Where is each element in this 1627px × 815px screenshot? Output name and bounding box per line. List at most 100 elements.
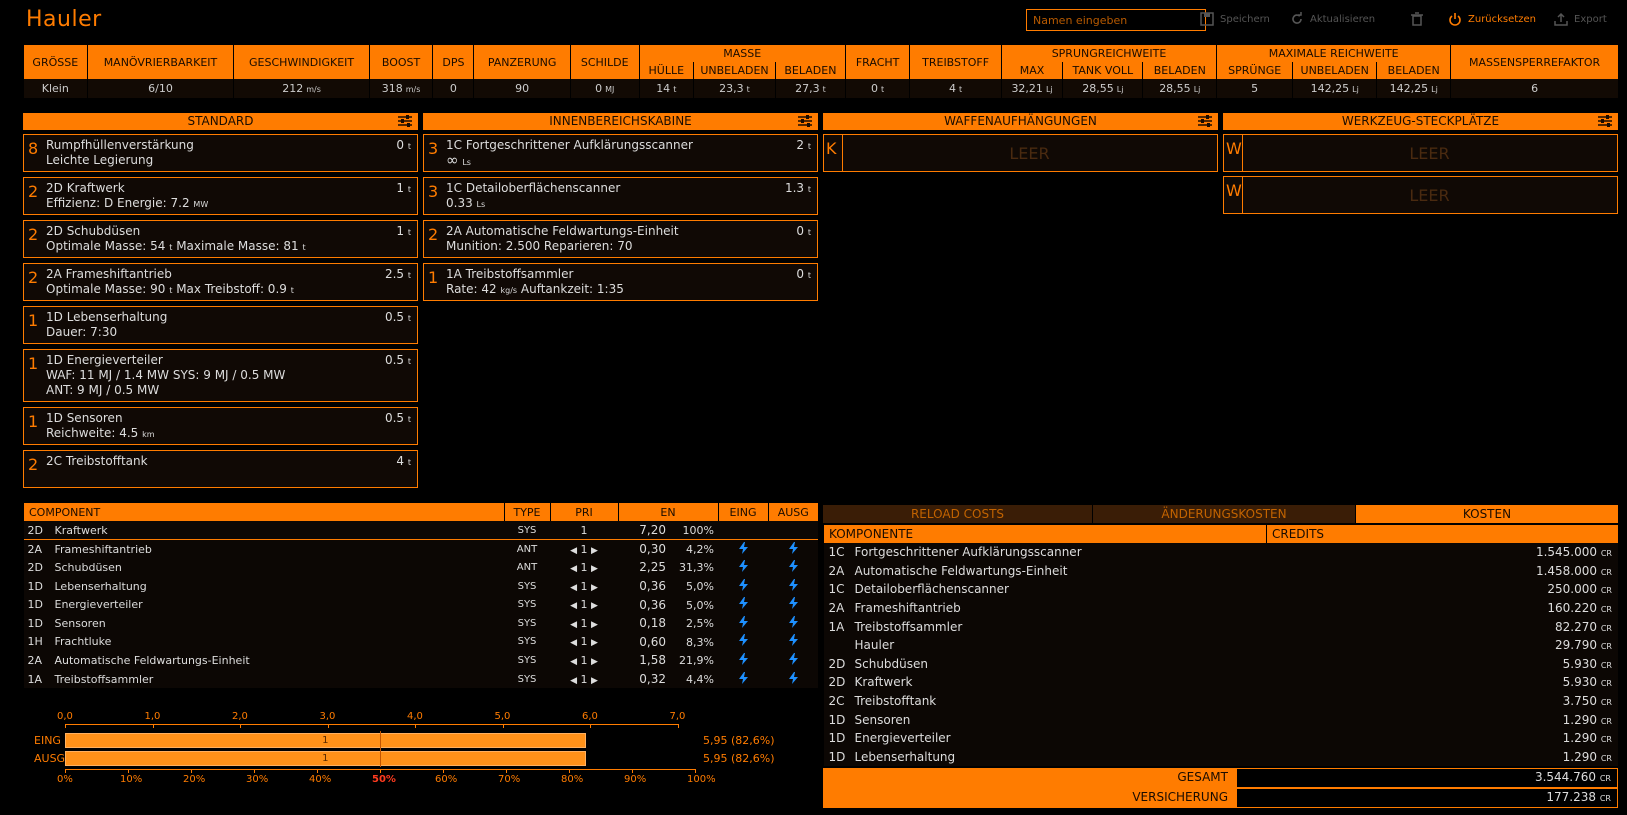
priority-down-icon[interactable]: ◀ xyxy=(570,620,577,630)
tab-costs[interactable]: KOSTEN xyxy=(1356,505,1618,523)
priority-down-icon[interactable]: ◀ xyxy=(570,676,577,686)
power-in[interactable] xyxy=(718,595,768,614)
power-out[interactable] xyxy=(768,669,818,689)
power-out[interactable] xyxy=(768,651,818,670)
tab-reload-costs[interactable]: RELOAD COSTS xyxy=(823,505,1093,523)
module-slot-fsd[interactable]: 2 2A Frameshiftantrieb 2.5 t Optimale Ma… xyxy=(23,263,418,301)
cost-row[interactable]: 1C Detailoberflächenscanner 250.000 CR xyxy=(823,580,1618,599)
priority-down-icon[interactable]: ◀ xyxy=(570,601,577,611)
component-name: Kraftwerk xyxy=(854,675,913,690)
power-row[interactable]: 1A Treibstoffsammler SYS ◀ 1 ▶ 0,32 4,4% xyxy=(23,669,818,689)
export-button[interactable]: Export xyxy=(1554,12,1607,26)
power-out[interactable] xyxy=(768,558,818,577)
build-name-input[interactable] xyxy=(1026,9,1206,31)
delete-button[interactable] xyxy=(1410,12,1424,26)
bolt-icon xyxy=(738,615,749,631)
power-row[interactable]: 1H Frachtluke SYS ◀ 1 ▶ 0,60 8,3% xyxy=(23,632,818,652)
priority-up-icon[interactable]: ▶ xyxy=(591,546,598,556)
update-button[interactable]: Aktualisieren xyxy=(1290,12,1375,26)
axis-tick-label: 0,0 xyxy=(57,711,73,722)
priority-up-icon[interactable]: ▶ xyxy=(591,601,598,611)
cost-row[interactable]: 2D Kraftwerk 5.930 CR xyxy=(823,673,1618,692)
cost-row[interactable]: 1D Sensoren 1.290 CR xyxy=(823,710,1618,729)
cost-row[interactable]: Hauler 29.790 CR xyxy=(823,635,1618,655)
power-row[interactable]: 1D Lebenserhaltung SYS ◀ 1 ▶ 0,36 5,0% xyxy=(23,576,818,596)
hardpoint-slot[interactable]: K LEER xyxy=(823,134,1218,172)
cost-row[interactable]: 2C Treibstofftank 3.750 CR xyxy=(823,691,1618,711)
priority-up-icon[interactable]: ▶ xyxy=(591,564,598,574)
module-slot-power-distributor[interactable]: 1 1D Energieverteiler 0.5 t WAF: 11 MJ /… xyxy=(23,349,418,402)
power-priority[interactable]: ◀ 1 ▶ xyxy=(550,632,618,652)
power-row[interactable]: 1D Sensoren SYS ◀ 1 ▶ 0,18 2,5% xyxy=(23,613,818,633)
power-priority[interactable]: ◀ 1 ▶ xyxy=(550,669,618,689)
priority-down-icon[interactable]: ◀ xyxy=(570,564,577,574)
power-priority[interactable]: 1 xyxy=(550,521,618,541)
power-row[interactable]: 2A Automatische Feldwartungs-Einheit SYS ◀ … xyxy=(23,651,818,670)
priority-down-icon[interactable]: ◀ xyxy=(570,657,577,667)
power-in[interactable] xyxy=(718,539,768,559)
module-slot-thrusters[interactable]: 2 2D Schubdüsen 1 t Optimale Masse: 54 t… xyxy=(23,220,418,258)
slot-class: K xyxy=(826,139,837,158)
costs-header-component[interactable]: KOMPONENTE xyxy=(823,525,1267,543)
power-in[interactable] xyxy=(718,632,768,652)
priority-up-icon[interactable]: ▶ xyxy=(591,676,598,686)
power-row[interactable]: 2A Frameshiftantrieb ANT ◀ 1 ▶ 0,30 4,2% xyxy=(23,539,818,559)
power-out[interactable] xyxy=(768,595,818,614)
power-table: COMPONENT TYPE PRI EN EING AUSG 2D Kraftw… xyxy=(23,503,818,689)
filter-icon[interactable] xyxy=(798,115,812,127)
power-priority[interactable]: ◀ 1 ▶ xyxy=(550,539,618,559)
priority-down-icon[interactable]: ◀ xyxy=(570,546,577,556)
priority-down-icon[interactable]: ◀ xyxy=(570,638,577,648)
power-row[interactable]: 1D Energieverteiler SYS ◀ 1 ▶ 0,36 5,0% xyxy=(23,595,818,614)
power-priority[interactable]: ◀ 1 ▶ xyxy=(550,613,618,633)
module-slot-sensors[interactable]: 1 1D Sensoren 0.5 t Reichweite: 4.5 km xyxy=(23,407,418,445)
module-slot-power-plant[interactable]: 2 2D Kraftwerk 1 t Effizienz: D Energie:… xyxy=(23,177,418,215)
module-slot-internal[interactable]: 3 1C Fortgeschrittener Aufklärungsscanne… xyxy=(423,134,818,172)
costs-header-credits[interactable]: CREDITS xyxy=(1266,525,1618,543)
module-slot-life-support[interactable]: 1 1D Lebenserhaltung 0.5 t Dauer: 7:30 xyxy=(23,306,418,344)
power-en: 2,25 31,3% xyxy=(618,558,718,577)
cost-row[interactable]: 1D Energieverteiler 1.290 CR xyxy=(823,728,1618,748)
cost-row[interactable]: 1C Fortgeschrittener Aufklärungsscanner 1.… xyxy=(823,543,1618,562)
empty-label: LEER xyxy=(1009,144,1050,163)
utility-slot[interactable]: W LEER xyxy=(1223,134,1618,172)
power-priority[interactable]: ◀ 1 ▶ xyxy=(550,558,618,577)
power-out[interactable] xyxy=(768,576,818,596)
priority-up-icon[interactable]: ▶ xyxy=(591,583,598,593)
filter-icon[interactable] xyxy=(1598,115,1612,127)
power-priority[interactable]: ◀ 1 ▶ xyxy=(550,651,618,670)
save-button[interactable]: Speichern xyxy=(1200,12,1270,26)
reset-button[interactable]: Zurücksetzen xyxy=(1448,12,1536,26)
cost-row[interactable]: 2D Schubdüsen 5.930 CR xyxy=(823,654,1618,674)
cost-row[interactable]: 1A Treibstoffsammler 82.270 CR xyxy=(823,617,1618,636)
slot-class: 2 xyxy=(28,268,39,287)
utility-slot[interactable]: W LEER xyxy=(1223,176,1618,214)
power-priority[interactable]: ◀ 1 ▶ xyxy=(550,595,618,614)
power-out[interactable] xyxy=(768,632,818,652)
module-slot-internal[interactable]: 2 2A Automatische Feldwartungs-Einheit 0… xyxy=(423,220,818,258)
cost-row[interactable]: 2A Automatische Feldwartungs-Einheit 1.458… xyxy=(823,561,1618,581)
tab-retrofit-costs[interactable]: ÄNDERUNGSKOSTEN xyxy=(1093,505,1356,523)
module-slot-internal[interactable]: 3 1C Detailoberflächenscanner 1.3 t 0.33… xyxy=(423,177,818,215)
power-out[interactable] xyxy=(768,539,818,559)
priority-up-icon[interactable]: ▶ xyxy=(591,638,598,648)
power-in[interactable] xyxy=(718,669,768,689)
module-slot-armour[interactable]: 8 Rumpfhüllenverstärkung 0 t Leichte Leg… xyxy=(23,134,418,172)
power-row[interactable]: 2D Schubdüsen ANT ◀ 1 ▶ 2,25 31,3% xyxy=(23,558,818,577)
cost-row[interactable]: 2A Frameshiftantrieb 160.220 CR xyxy=(823,598,1618,618)
priority-up-icon[interactable]: ▶ xyxy=(591,657,598,667)
cost-row[interactable]: 1D Lebenserhaltung 1.290 CR xyxy=(823,747,1618,767)
power-in[interactable] xyxy=(718,558,768,577)
power-in[interactable] xyxy=(718,576,768,596)
power-in[interactable] xyxy=(718,613,768,633)
priority-down-icon[interactable]: ◀ xyxy=(570,583,577,593)
power-in[interactable] xyxy=(718,651,768,670)
power-priority[interactable]: ◀ 1 ▶ xyxy=(550,576,618,596)
filter-icon[interactable] xyxy=(1198,115,1212,127)
priority-up-icon[interactable]: ▶ xyxy=(591,620,598,630)
power-row[interactable]: 2D Kraftwerk SYS 1 7,20 100% xyxy=(23,521,818,541)
module-slot-internal[interactable]: 1 1A Treibstoffsammler 0 t Rate: 42 kg/s… xyxy=(423,263,818,301)
power-out[interactable] xyxy=(768,613,818,633)
filter-icon[interactable] xyxy=(398,115,412,127)
module-slot-fuel-tank[interactable]: 2 2C Treibstofftank 4 t xyxy=(23,450,418,488)
